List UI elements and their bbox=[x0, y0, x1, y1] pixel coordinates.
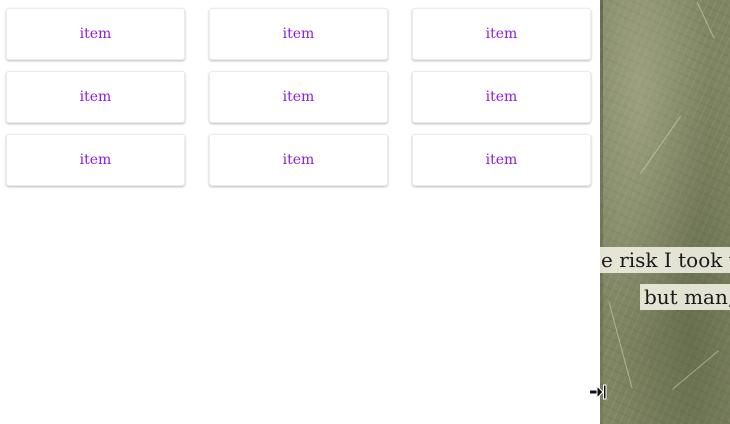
grid-card-label: item bbox=[485, 26, 518, 42]
quote-background-image: e risk I took w but man, bbox=[600, 0, 730, 424]
grid-card[interactable]: item bbox=[6, 71, 185, 123]
texture-crack bbox=[608, 301, 633, 389]
grid-card[interactable]: item bbox=[412, 71, 591, 123]
texture-crack bbox=[640, 116, 681, 174]
grid-card[interactable]: item bbox=[412, 8, 591, 60]
resize-right-cursor-icon bbox=[589, 384, 607, 400]
grid-card-label: item bbox=[485, 152, 518, 168]
app-window: item item item item item item item item … bbox=[0, 0, 730, 424]
card-grid: item item item item item item item item … bbox=[0, 0, 600, 424]
grid-card-label: item bbox=[79, 26, 112, 42]
grid-card-label: item bbox=[79, 152, 112, 168]
texture-crack bbox=[696, 1, 715, 39]
grid-card[interactable]: item bbox=[209, 134, 388, 186]
grid-card-label: item bbox=[79, 89, 112, 105]
grid-card-label: item bbox=[282, 152, 315, 168]
grid-card[interactable]: item bbox=[6, 134, 185, 186]
quote-text-line: e risk I took w bbox=[600, 247, 730, 273]
grid-card-label: item bbox=[282, 89, 315, 105]
grid-card[interactable]: item bbox=[412, 134, 591, 186]
quote-text-line: but man, bbox=[640, 284, 730, 310]
grid-card-label: item bbox=[282, 26, 315, 42]
grid-card[interactable]: item bbox=[209, 8, 388, 60]
resize-right-cursor-icon[interactable] bbox=[588, 383, 608, 401]
texture-crack bbox=[672, 350, 719, 390]
grid-card-label: item bbox=[485, 89, 518, 105]
grid-card[interactable]: item bbox=[209, 71, 388, 123]
grid-card[interactable]: item bbox=[6, 8, 185, 60]
